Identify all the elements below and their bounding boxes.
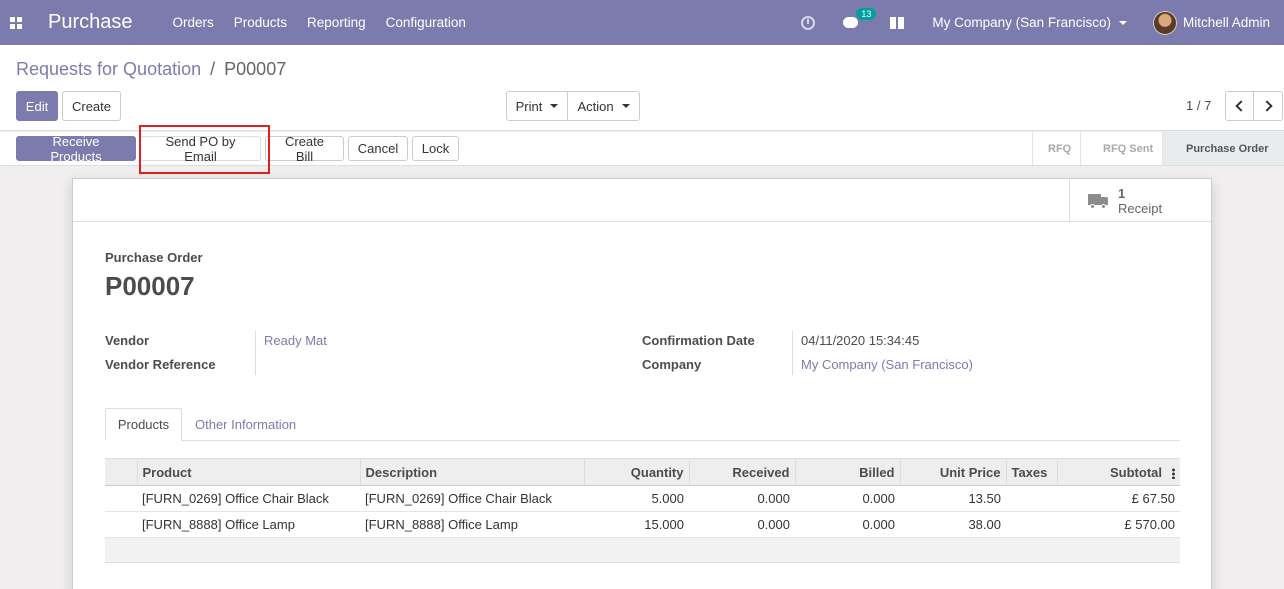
chevron-left-icon <box>1235 100 1247 112</box>
action-dropdown[interactable]: Action <box>568 91 640 121</box>
column-header-description[interactable]: Description <box>359 458 584 486</box>
form-sheet: 1 Receipt Purchase Order P00007 Vendor R… <box>72 178 1212 589</box>
menu-configuration[interactable]: Configuration <box>386 15 466 30</box>
tab-other-information[interactable]: Other Information <box>195 408 296 441</box>
chevron-down-icon <box>550 104 559 108</box>
create-button[interactable]: Create <box>62 91 121 121</box>
action-label: Action <box>577 98 614 114</box>
chevron-down-icon <box>621 104 630 108</box>
breadcrumb-separator: / <box>210 59 216 79</box>
print-action-group: Print Action <box>506 91 640 121</box>
apps-icon[interactable] <box>0 0 32 45</box>
cell-description: [FURN_0269] Office Chair Black <box>360 485 584 512</box>
pager-value[interactable]: 1 / 7 <box>1186 98 1211 113</box>
chevron-right-icon <box>1260 100 1273 112</box>
column-header-unit-price[interactable]: Unit Price <box>899 458 1006 486</box>
confirmation-date-field: 04/11/2020 15:34:45 <box>801 333 920 348</box>
handle-column-header <box>105 458 137 486</box>
print-label: Print <box>515 98 543 114</box>
company-label: Company <box>642 357 702 372</box>
cell-product: [FURN_0269] Office Chair Black <box>137 485 360 512</box>
menu-reporting[interactable]: Reporting <box>307 15 366 30</box>
row-handle <box>105 485 137 512</box>
table-row[interactable]: [FURN_0269] Office Chair Black [FURN_026… <box>105 485 1180 512</box>
cell-product: [FURN_8888] Office Lamp <box>137 511 360 538</box>
truck-icon <box>1088 193 1108 209</box>
receipt-label: Receipt <box>1118 200 1163 216</box>
table-row[interactable]: [FURN_8888] Office Lamp [FURN_8888] Offi… <box>105 511 1180 538</box>
user-name: Mitchell Admin <box>1182 15 1270 30</box>
stage-rfq-sent[interactable]: RFQ Sent <box>1080 132 1162 165</box>
avatar <box>1152 10 1177 35</box>
print-dropdown[interactable]: Print <box>506 91 568 121</box>
cancel-button[interactable]: Cancel <box>348 136 408 161</box>
page-title: P00007 <box>105 271 195 301</box>
vendor-label: Vendor <box>105 333 150 348</box>
chevron-down-icon <box>1118 20 1127 25</box>
highlight-annotation <box>139 125 270 174</box>
breadcrumb-current: P00007 <box>224 59 287 79</box>
stage-rfq[interactable]: RFQ <box>1032 132 1080 165</box>
edit-button[interactable]: Edit <box>16 91 58 121</box>
gift-icon[interactable] <box>890 16 905 29</box>
column-header-subtotal[interactable]: Subtotal <box>1056 458 1180 486</box>
top-navbar: Purchase Orders Products Reporting Confi… <box>0 0 1284 45</box>
empty-row <box>105 537 1180 563</box>
cell-received: 0.000 <box>689 511 795 538</box>
company-field[interactable]: My Company (San Francisco) <box>801 357 973 372</box>
cell-received: 0.000 <box>689 485 795 512</box>
stage-pipeline: RFQ RFQ Sent Purchase Order <box>1032 132 1284 165</box>
receive-products-button[interactable]: Receive Products <box>16 134 136 164</box>
message-count-badge: 13 <box>856 8 877 20</box>
cell-taxes <box>1006 485 1057 512</box>
cell-unit-price: 13.50 <box>900 485 1006 512</box>
column-header-taxes[interactable]: Taxes <box>1005 458 1057 486</box>
receipt-count: 1 <box>1118 185 1126 201</box>
chat-icon[interactable]: 13 <box>843 8 877 28</box>
create-bill-button[interactable]: Create Bill <box>265 134 344 164</box>
activity-clock-icon[interactable] <box>801 15 816 30</box>
vendor-field[interactable]: Ready Mat <box>264 333 327 348</box>
cell-quantity: 5.000 <box>584 485 689 512</box>
cell-subtotal: £ 570.00 <box>1057 511 1180 538</box>
pager-buttons <box>1225 91 1283 121</box>
cell-quantity: 15.000 <box>584 511 689 538</box>
cell-taxes <box>1006 511 1057 538</box>
breadcrumb: Requests for Quotation / P00007 <box>16 59 286 80</box>
vendor-reference-label: Vendor Reference <box>105 357 216 372</box>
cell-billed: 0.000 <box>795 485 900 512</box>
column-options-icon[interactable] <box>1172 467 1175 479</box>
menu-products[interactable]: Products <box>234 15 287 30</box>
tab-products[interactable]: Products <box>105 408 182 441</box>
app-brand[interactable]: Purchase <box>48 11 133 34</box>
company-switcher[interactable]: My Company (San Francisco) <box>932 15 1127 30</box>
receipt-smart-button[interactable]: 1 Receipt <box>1069 179 1211 222</box>
column-header-product[interactable]: Product <box>136 458 360 486</box>
order-lines-table: Product Description Quantity Received Bi… <box>105 458 1180 563</box>
cell-unit-price: 38.00 <box>900 511 1006 538</box>
pager-previous-button[interactable] <box>1225 91 1254 121</box>
cell-description: [FURN_8888] Office Lamp <box>360 511 584 538</box>
lock-button[interactable]: Lock <box>412 136 459 161</box>
breadcrumb-parent[interactable]: Requests for Quotation <box>16 59 201 79</box>
field-divider <box>792 331 793 375</box>
column-header-billed[interactable]: Billed <box>794 458 900 486</box>
document-type: Purchase Order <box>105 250 203 265</box>
user-menu[interactable]: Mitchell Admin <box>1152 10 1270 35</box>
confirmation-date-label: Confirmation Date <box>642 333 755 348</box>
column-header-quantity[interactable]: Quantity <box>583 458 689 486</box>
stage-purchase-order[interactable]: Purchase Order <box>1162 132 1284 165</box>
cell-subtotal: £ 67.50 <box>1057 485 1180 512</box>
notebook-tabs: Products Other Information <box>105 408 1180 441</box>
row-handle <box>105 511 137 538</box>
cell-billed: 0.000 <box>795 511 900 538</box>
menu-orders[interactable]: Orders <box>173 15 214 30</box>
column-header-received[interactable]: Received <box>688 458 795 486</box>
smart-button-box: 1 Receipt <box>73 179 1211 222</box>
company-name: My Company (San Francisco) <box>932 15 1111 30</box>
pager-next-button[interactable] <box>1254 91 1283 121</box>
control-panel: Requests for Quotation / P00007 Edit Cre… <box>0 45 1284 131</box>
subtotal-header-label: Subtotal <box>1110 464 1162 480</box>
field-divider <box>255 331 256 375</box>
